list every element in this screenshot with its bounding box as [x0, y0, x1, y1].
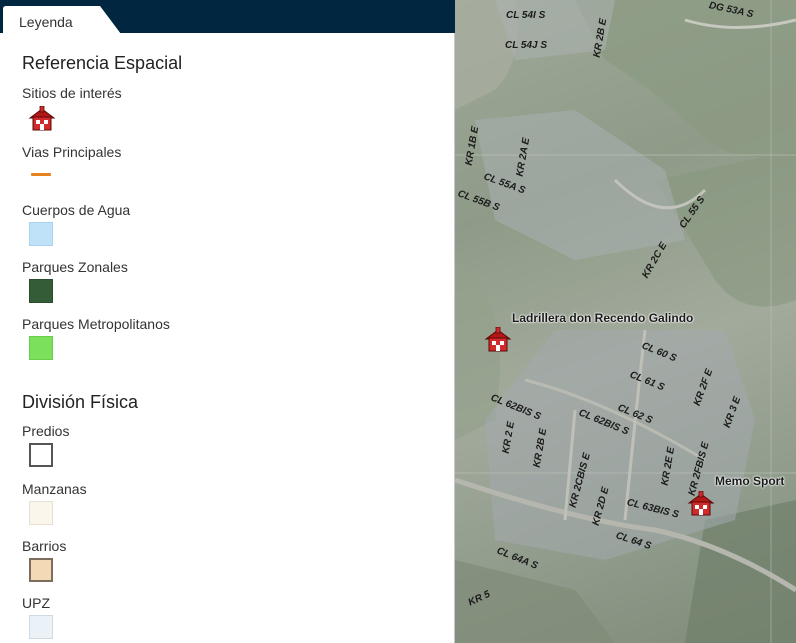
road-label: CL 54I S: [506, 10, 546, 21]
legend-item-label: UPZ: [22, 595, 50, 611]
poi-label: Memo Sport: [715, 474, 785, 488]
line-symbol: [31, 173, 51, 176]
fill-swatch: [29, 615, 53, 639]
fill-swatch: [29, 279, 53, 303]
road-label: CL 54J S: [505, 40, 548, 51]
fill-swatch: [29, 558, 53, 582]
school-icon[interactable]: [484, 327, 512, 353]
tab-legend-label: Leyenda: [19, 14, 73, 30]
school-icon: [28, 106, 56, 131]
fill-swatch: [29, 443, 53, 467]
legend-panel: Referencia Espacial Sitios de interés Vi…: [0, 33, 455, 643]
legend-item-label: Barrios: [22, 538, 67, 554]
fill-swatch: [29, 336, 53, 360]
legend-item-label: Cuerpos de Agua: [22, 202, 131, 218]
legend-tab-bar: Leyenda: [0, 0, 455, 34]
fill-swatch: [29, 222, 53, 246]
section-title-division: División Física: [22, 392, 139, 412]
fill-swatch: [29, 501, 53, 525]
legend-item-label: Vias Principales: [22, 144, 122, 160]
legend-item-label: Manzanas: [22, 481, 87, 497]
legend-item-label: Predios: [22, 423, 70, 439]
legend-item-label: Parques Zonales: [22, 259, 128, 275]
legend-item-label: Sitios de interés: [22, 85, 122, 101]
section-title-referencia: Referencia Espacial: [22, 53, 183, 73]
poi-label: Ladrillera don Recendo Galindo: [512, 311, 694, 325]
map-view[interactable]: CL 54I S KR 2B E DG 53A S CL 54J S KR 1B…: [455, 0, 796, 643]
tab-legend[interactable]: Leyenda: [3, 6, 121, 34]
legend-item-label: Parques Metropolitanos: [22, 316, 170, 332]
school-icon[interactable]: [687, 491, 715, 517]
